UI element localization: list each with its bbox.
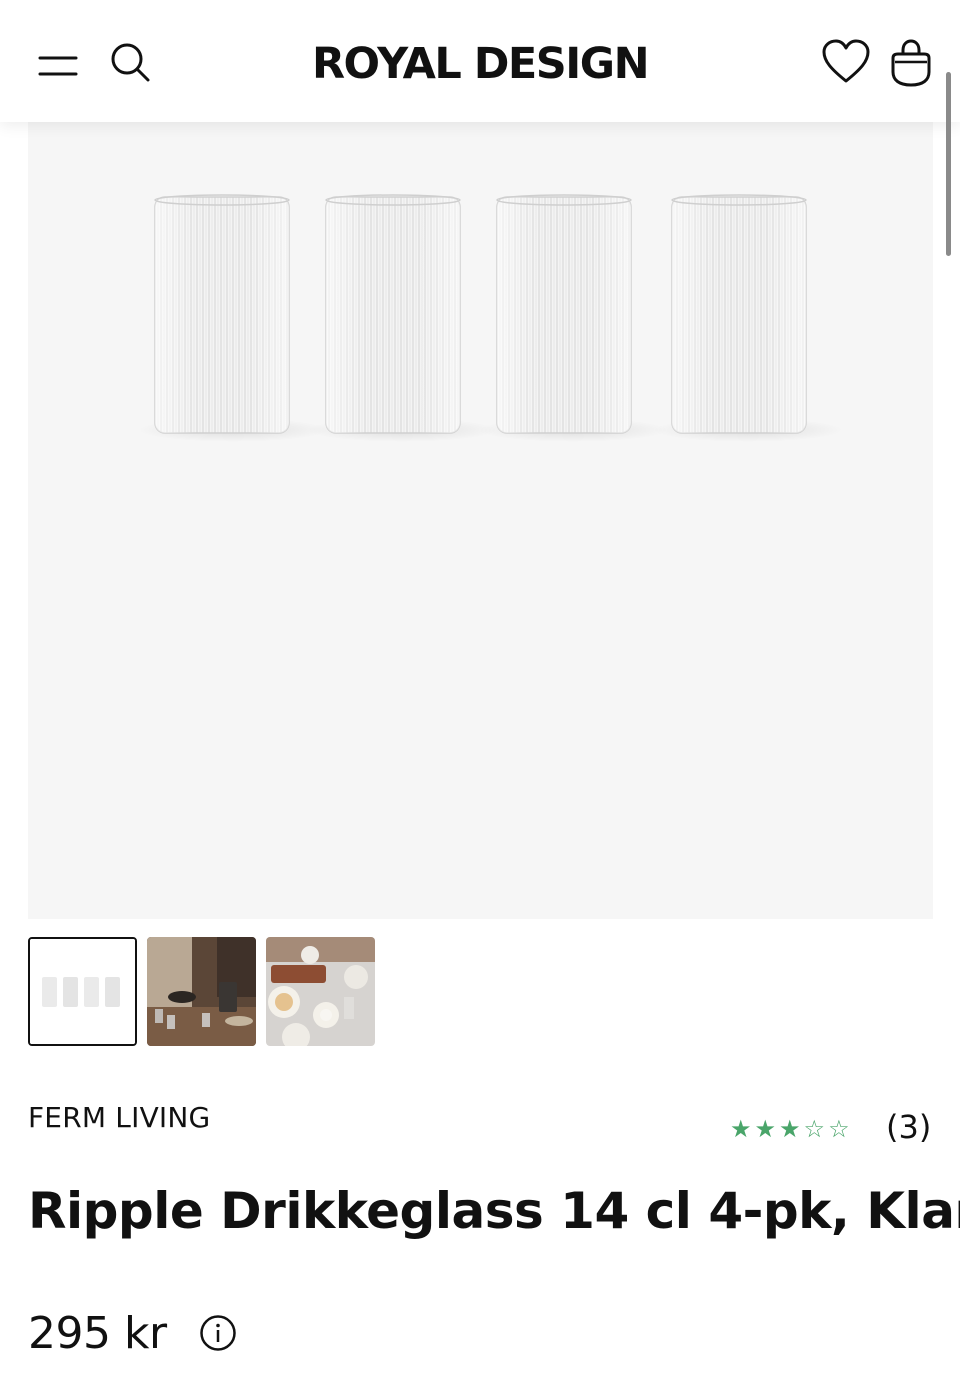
price-info-button[interactable] bbox=[198, 1313, 238, 1353]
search-icon bbox=[111, 43, 150, 82]
product-title: Ripple Drikkeglass 14 cl 4-pk, Klar bbox=[28, 1182, 960, 1240]
product-main-image[interactable] bbox=[28, 100, 933, 919]
search-button[interactable] bbox=[104, 36, 156, 88]
star-filled-icon: ★ bbox=[779, 1116, 801, 1143]
hamburger-menu-icon bbox=[38, 56, 78, 76]
thumbnail-glasses-white[interactable] bbox=[28, 937, 137, 1046]
ripple-glasses-image bbox=[138, 194, 843, 442]
product-price: 295 kr bbox=[28, 1308, 167, 1359]
glass-2 bbox=[307, 194, 497, 442]
cart-button[interactable] bbox=[882, 34, 940, 92]
product-rating[interactable]: ★ ★ ★ ☆ ☆ bbox=[730, 1110, 850, 1150]
glass-4 bbox=[653, 194, 843, 442]
glass-1 bbox=[138, 194, 328, 442]
review-count[interactable]: (3) bbox=[886, 1108, 931, 1146]
rating-stars: ★ ★ ★ ☆ ☆ bbox=[730, 1118, 850, 1142]
glass-3 bbox=[478, 194, 668, 442]
menu-button[interactable] bbox=[30, 40, 86, 90]
site-logo[interactable]: ROYAL DESIGN bbox=[230, 36, 730, 92]
page-scrollbar[interactable] bbox=[946, 72, 951, 256]
site-header: ROYAL DESIGN bbox=[0, 0, 960, 122]
star-empty-icon: ☆ bbox=[803, 1116, 826, 1143]
product-brand[interactable]: FERM LIVING bbox=[28, 1101, 210, 1134]
star-filled-icon: ★ bbox=[730, 1116, 752, 1143]
star-empty-icon: ☆ bbox=[828, 1116, 850, 1143]
info-icon bbox=[200, 1315, 236, 1351]
thumbnail-kitchen-scene[interactable] bbox=[147, 937, 256, 1046]
shopping-bag-icon bbox=[891, 39, 931, 87]
heart-icon bbox=[822, 39, 870, 83]
star-filled-icon: ★ bbox=[754, 1116, 777, 1143]
wishlist-button[interactable] bbox=[816, 36, 876, 88]
thumbnail-dinner-table[interactable] bbox=[266, 937, 375, 1046]
